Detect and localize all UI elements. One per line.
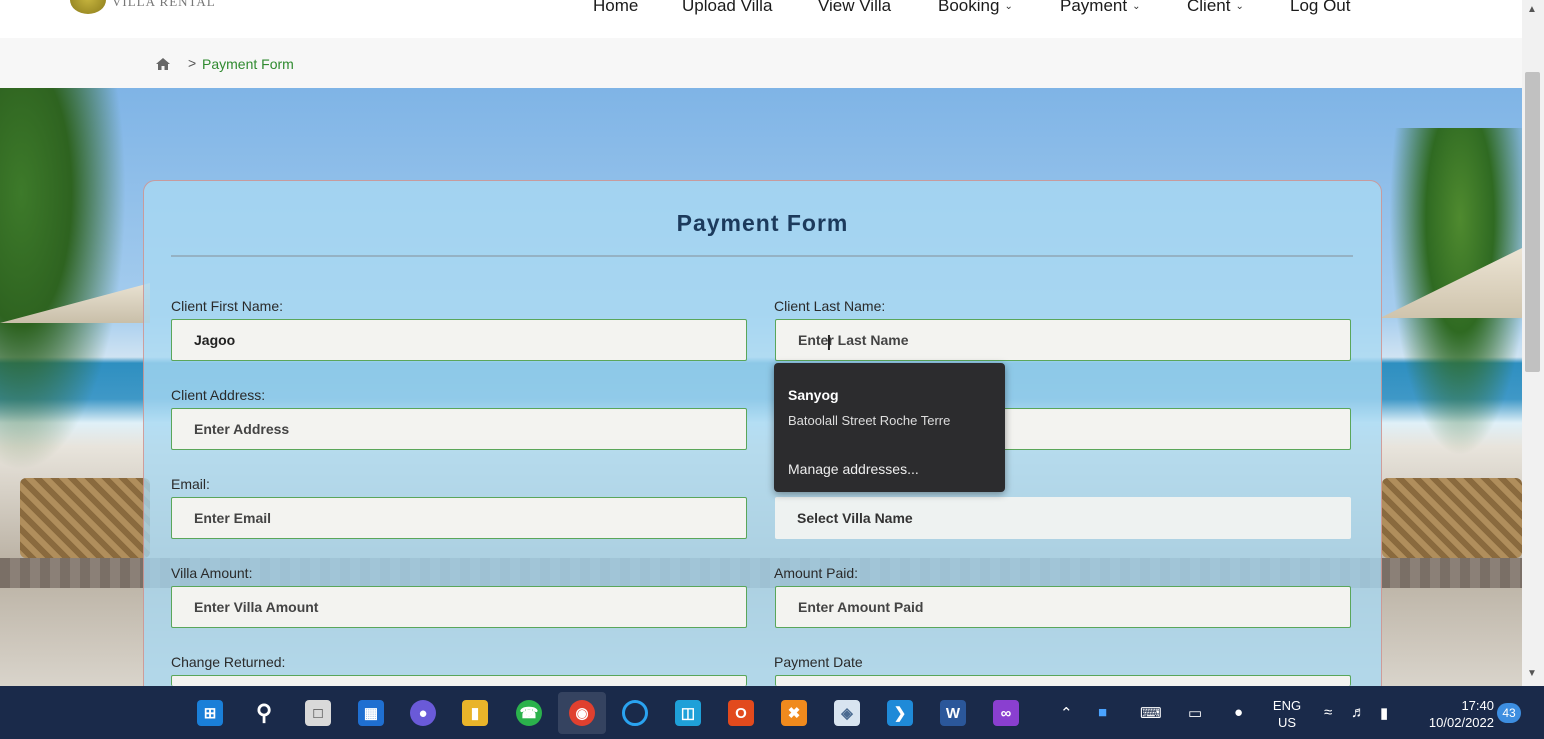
scroll-up-icon[interactable]: ▲ — [1527, 4, 1537, 15]
chrome-icon[interactable]: ◉ — [569, 700, 595, 726]
villa-amount-field[interactable]: Enter Villa Amount — [171, 586, 747, 628]
zoom-tray-icon[interactable]: ■ — [1098, 704, 1107, 721]
cortana-icon[interactable] — [622, 700, 648, 726]
email-label: Email: — [171, 476, 210, 492]
text-cursor-icon: I — [826, 331, 832, 355]
address-field[interactable]: Enter Address — [171, 408, 747, 450]
change-returned-label: Change Returned: — [171, 654, 286, 670]
office-icon[interactable]: O — [728, 700, 754, 726]
file-explorer-icon[interactable]: ▮ — [462, 700, 488, 726]
title-divider — [171, 255, 1353, 257]
chevron-up-icon[interactable]: ⌃ — [1060, 704, 1073, 722]
widgets-icon[interactable]: ▦ — [358, 700, 384, 726]
chat-icon[interactable]: ● — [410, 700, 436, 726]
chevron-down-icon: ⌄ — [1132, 0, 1141, 12]
first-name-label: Client First Name: — [171, 298, 284, 314]
lounger-right — [1382, 478, 1522, 558]
payment-date-field[interactable] — [775, 675, 1351, 686]
last-name-field[interactable]: Enter Last Name — [775, 319, 1351, 361]
tablet-icon[interactable]: ▭ — [1188, 704, 1202, 722]
microphone-icon[interactable]: ● — [1234, 704, 1243, 721]
word-icon[interactable]: W — [940, 700, 966, 726]
nav-payment[interactable]: Payment ⌄ — [1060, 0, 1140, 16]
chevron-down-icon: ⌄ — [1004, 0, 1013, 12]
windows-start-icon[interactable]: ⊞ — [197, 700, 223, 726]
nav-home-label: Home — [593, 0, 639, 15]
battery-icon[interactable]: ▮ — [1380, 704, 1388, 722]
visual-studio-icon[interactable]: ∞ — [993, 700, 1019, 726]
payment-date-label: Payment Date — [774, 654, 863, 670]
home-icon[interactable] — [156, 58, 170, 70]
clock-time: 17:40 — [1461, 698, 1494, 713]
clock-date: 10/02/2022 — [1428, 715, 1494, 730]
top-navbar: VILLA RENTAL Home Upload Villa View Vill… — [0, 0, 1522, 38]
nav-upload-villa-label: Upload Villa — [682, 0, 773, 15]
language-indicator[interactable]: ENG US — [1270, 697, 1304, 731]
nav-booking[interactable]: Booking ⌄ — [938, 0, 1013, 16]
wifi-icon[interactable]: ≈ — [1324, 704, 1332, 721]
breadcrumb-separator: > — [188, 55, 197, 71]
amount-paid-label: Amount Paid: — [774, 565, 859, 581]
nav-logout[interactable]: Log Out — [1290, 0, 1351, 16]
nav-client-label: Client — [1187, 0, 1231, 15]
autofill-suggestion-address[interactable]: Batoolall Street Roche Terre — [788, 413, 950, 428]
scrollbar-thumb[interactable] — [1525, 72, 1540, 372]
nav-upload-villa[interactable]: Upload Villa — [682, 0, 772, 16]
page-scrollbar[interactable]: ▲ ▼ — [1522, 0, 1544, 686]
lounger-left — [20, 478, 150, 558]
villa-name-select[interactable]: Select Villa Name — [775, 497, 1351, 539]
nav-booking-label: Booking — [938, 0, 1000, 15]
scroll-down-icon[interactable]: ▼ — [1527, 668, 1537, 679]
first-name-field[interactable]: Jagoo — [171, 319, 747, 361]
keyboard-icon[interactable]: ⌨ — [1140, 704, 1162, 722]
address-label: Client Address: — [171, 387, 266, 403]
nav-home[interactable]: Home — [593, 0, 638, 16]
form-title: Payment Form — [676, 210, 849, 236]
clock[interactable]: 17:40 10/02/2022 — [1414, 697, 1494, 731]
nav-payment-label: Payment — [1060, 0, 1128, 15]
breadcrumb: > Payment Form — [0, 38, 1522, 88]
nav-client[interactable]: Client ⌄ — [1187, 0, 1244, 16]
xampp-icon[interactable]: ✖ — [781, 700, 807, 726]
search-icon[interactable]: ⚲ — [251, 700, 277, 726]
language-text: ENG — [1272, 698, 1302, 713]
chevron-down-icon: ⌄ — [1235, 0, 1244, 12]
app-cube-icon[interactable]: ◈ — [834, 700, 860, 726]
autofill-dropdown: Sanyog Batoolall Street Roche Terre Mana… — [774, 363, 1005, 492]
breadcrumb-current: Payment Form — [202, 56, 294, 72]
villa-amount-label: Villa Amount: — [171, 565, 253, 581]
payment-form-panel: Payment Form — [143, 180, 1382, 722]
vscode-icon[interactable]: ❯ — [887, 700, 913, 726]
last-name-label: Client Last Name: — [774, 298, 886, 314]
volume-icon[interactable]: ♬ — [1351, 704, 1366, 721]
nav-view-villa[interactable]: View Villa — [818, 0, 891, 16]
amount-paid-field[interactable]: Enter Amount Paid — [775, 586, 1351, 628]
notification-badge[interactable]: 43 — [1497, 703, 1521, 723]
change-returned-field[interactable] — [171, 675, 747, 686]
windows-taskbar: ⊞ ⚲ □ ▦ ● ▮ ☎ ◉ ◫ O ✖ ◈ ❯ W ∞ ⌃ ■ ⌨ ▭ ● … — [0, 686, 1544, 739]
nav-logout-label: Log Out — [1290, 0, 1351, 15]
autofill-suggestion-name[interactable]: Sanyog — [788, 387, 839, 403]
remote-desktop-icon[interactable]: ◫ — [675, 700, 701, 726]
manage-addresses-link[interactable]: Manage addresses... — [788, 461, 919, 477]
nav-view-villa-label: View Villa — [818, 0, 892, 15]
task-view-icon[interactable]: □ — [305, 700, 331, 726]
region-text: US — [1277, 715, 1297, 730]
main-nav: Home Upload Villa View Villa Booking ⌄ Pa… — [0, 0, 1522, 26]
whatsapp-icon[interactable]: ☎ — [516, 700, 542, 726]
email-field[interactable]: Enter Email — [171, 497, 747, 539]
